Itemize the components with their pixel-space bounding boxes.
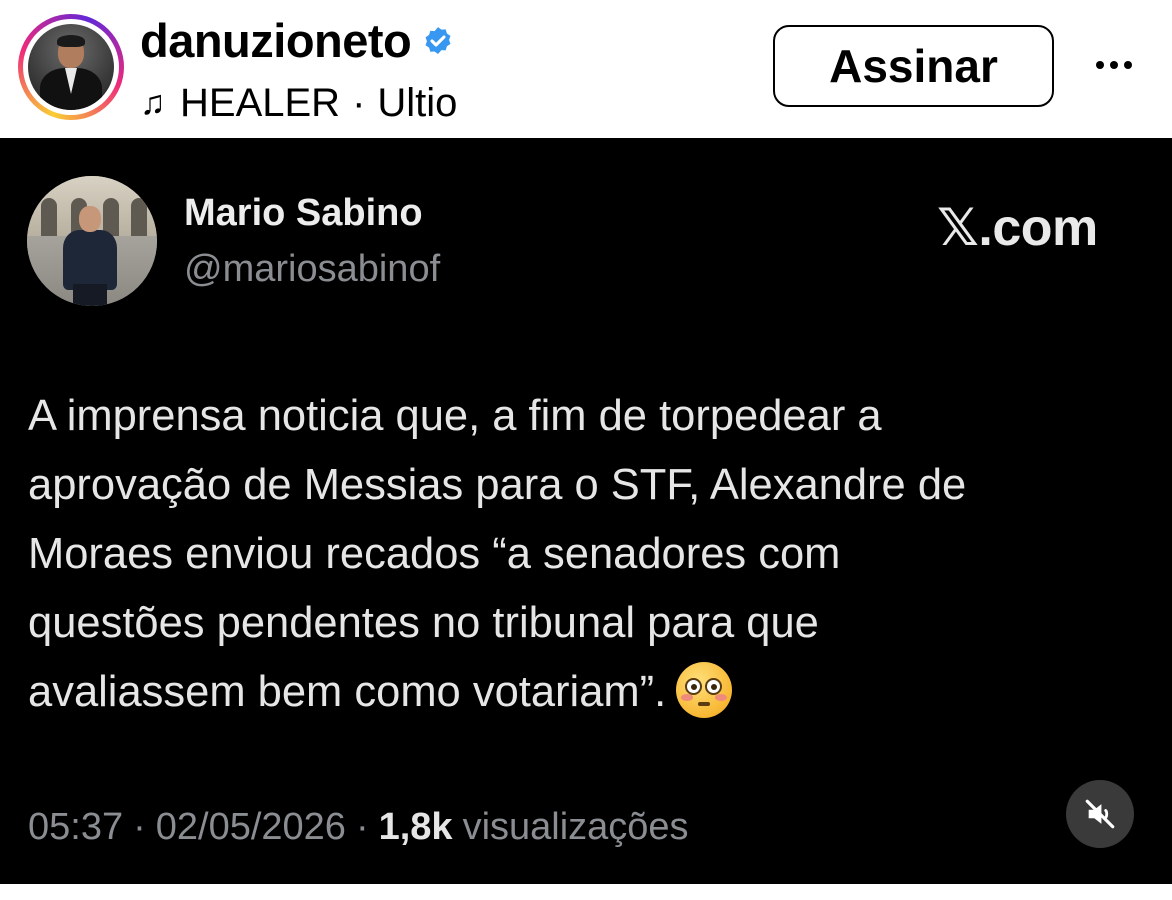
tweet-time: 05:37: [28, 806, 124, 848]
meta-separator: ·: [133, 806, 146, 848]
more-options-icon[interactable]: [1084, 40, 1144, 90]
music-track: HEALER: [180, 80, 341, 125]
username-row: danuzioneto: [140, 12, 455, 68]
music-separator: ·: [352, 80, 366, 125]
tweet-date: 02/05/2026: [155, 806, 346, 848]
x-com-logo: 𝕏.com: [937, 199, 1098, 257]
tweet-author-name: Mario Sabino: [184, 192, 423, 234]
story-avatar[interactable]: [18, 14, 124, 120]
tweet-author-handle: @mariosabinof: [184, 248, 441, 290]
verified-badge-icon: [421, 25, 455, 59]
mute-toggle-button[interactable]: [1066, 780, 1134, 848]
avatar: [28, 24, 114, 110]
speaker-muted-icon: [1085, 799, 1115, 829]
music-artist: Ultio: [377, 80, 458, 125]
subscribe-button[interactable]: Assinar: [773, 25, 1054, 107]
post-header: danuzioneto ♫ HEALER · Ultio Assinar: [0, 0, 1172, 137]
username[interactable]: danuzioneto: [140, 13, 412, 68]
tweet-author-avatar: [27, 176, 157, 306]
music-note-icon: ♫: [140, 83, 166, 122]
music-attribution[interactable]: ♫ HEALER · Ultio: [140, 78, 457, 128]
tweet-meta: 05:37 · 02/05/2026 · 1,8k visualizações: [28, 806, 689, 849]
views-label: visualizações: [462, 806, 689, 848]
post-bottom-strip: [0, 884, 1172, 900]
tweet-text: A imprensa noticia que, a fim de torpede…: [28, 382, 1138, 727]
meta-separator: ·: [355, 806, 369, 848]
views-count: 1,8k: [378, 806, 453, 848]
tweet-text-content: A imprensa noticia que, a fim de torpede…: [28, 392, 967, 716]
flushed-face-emoji: [676, 662, 733, 718]
